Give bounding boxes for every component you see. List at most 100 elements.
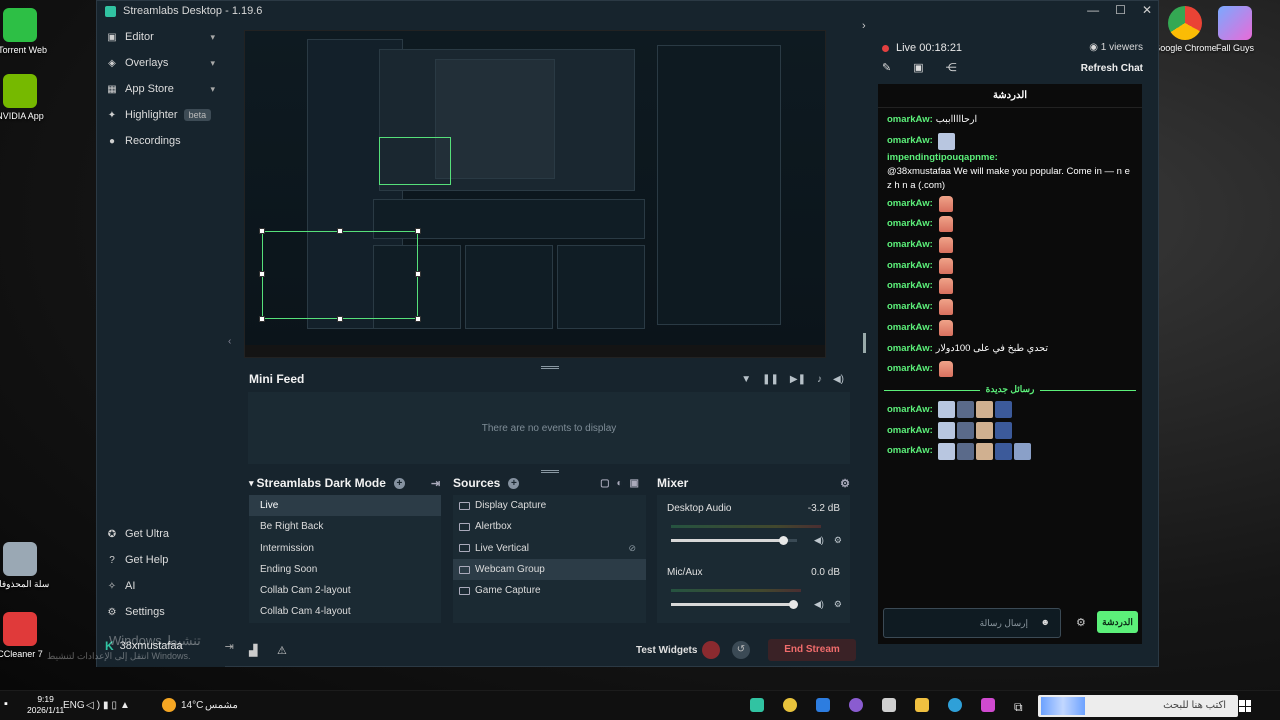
bell-icon[interactable]: ♪ — [817, 374, 822, 385]
speaker-icon[interactable]: ◀) — [814, 599, 824, 610]
preview-scrollbar[interactable] — [863, 333, 866, 353]
sidebar-item-get-ultra[interactable]: ✪ Get Ultra — [97, 521, 225, 547]
sidebar-item-editor[interactable]: ▣ Editor ▾ — [97, 24, 225, 50]
close-button[interactable]: ✕ — [1142, 3, 1152, 17]
scene-transition-icon[interactable]: ⇥ — [431, 477, 440, 490]
scene-item[interactable]: Intermission — [249, 538, 441, 559]
chrome-taskbar-icon[interactable] — [783, 698, 797, 712]
source-item[interactable]: Display Capture — [453, 495, 646, 516]
chat-username[interactable]: omarkAw: — [887, 279, 933, 293]
taskbar-clock[interactable]: 9:19 2026/1/11 — [27, 694, 64, 716]
chat-username[interactable]: omarkAw: — [887, 403, 933, 417]
sidebar-item-recordings[interactable]: ● Recordings — [97, 128, 225, 154]
app-taskbar-icon[interactable] — [816, 698, 830, 712]
source-item[interactable]: Game Capture — [453, 580, 646, 601]
sidebar-item-app-store[interactable]: ▦ App Store ▾ — [97, 76, 225, 102]
scene-collection-chevron-icon[interactable]: ▾ — [249, 478, 254, 489]
windows-logo-icon[interactable]: ▪ — [4, 698, 8, 710]
chevron-down-icon[interactable]: ▾ — [210, 58, 215, 69]
resize-handle[interactable] — [259, 316, 265, 322]
sidebar-item-highlighter[interactable]: ✦ Highlighter beta — [97, 102, 225, 128]
maximize-button[interactable]: ☐ — [1115, 3, 1126, 17]
stream-preview[interactable] — [244, 30, 826, 358]
resize-handle[interactable] — [415, 271, 421, 277]
scene-item[interactable]: Collab Cam 2-layout — [249, 580, 441, 601]
desktop-icon[interactable]: Fall Guys — [1199, 6, 1271, 53]
start-icon[interactable] — [1239, 700, 1251, 712]
source-item[interactable]: Alertbox — [453, 516, 646, 537]
chat-username[interactable]: omarkAw: — [887, 300, 933, 314]
share-icon[interactable]: ⋲ — [946, 61, 957, 74]
sidebar-item-settings[interactable]: ⚙ Settings — [97, 599, 225, 625]
scene-collection-title[interactable]: Streamlabs Dark Mode — [257, 476, 386, 490]
send-chat-button[interactable]: الدردشة — [1097, 611, 1138, 633]
resize-handle[interactable] — [415, 316, 421, 322]
volume-slider[interactable] — [671, 600, 799, 609]
sidebar-item-get-help[interactable]: ? Get Help — [97, 547, 225, 573]
resize-handle[interactable] — [337, 316, 343, 322]
end-stream-button[interactable]: End Stream — [768, 639, 856, 661]
sidebar-item-ai[interactable]: ✧ AI — [97, 573, 225, 599]
chat-username[interactable]: omarkAw: — [887, 238, 933, 252]
skip-icon[interactable]: ▶❚ — [790, 374, 806, 385]
source-item[interactable]: Live Vertical ⊘ — [453, 538, 646, 559]
mixer-settings-icon[interactable]: ⚙ — [840, 477, 850, 490]
desktop-icon[interactable]: µTorrent Web — [0, 8, 56, 55]
resize-grip-icon[interactable] — [541, 470, 559, 473]
chat-input[interactable]: إرسال رسالة ☻ — [883, 608, 1061, 638]
sidebar-item-overlays[interactable]: ◈ Overlays ▾ — [97, 50, 225, 76]
refresh-chat-button[interactable]: Refresh Chat — [1081, 63, 1143, 74]
resize-handle[interactable] — [259, 271, 265, 277]
gear-icon[interactable]: ⚙ — [834, 599, 842, 610]
pause-icon[interactable]: ❚❚ — [762, 374, 779, 385]
taskbar-lang[interactable]: ENG — [63, 700, 85, 711]
store-taskbar-icon[interactable] — [882, 698, 896, 712]
scene-item[interactable]: Ending Soon — [249, 559, 441, 580]
resize-handle[interactable] — [259, 228, 265, 234]
scene-item[interactable]: Collab Cam 4-layout — [249, 601, 441, 622]
chevron-down-icon[interactable]: ▾ — [210, 32, 215, 43]
chat-username[interactable]: omarkAw: — [887, 342, 933, 356]
add-scene-button[interactable]: + — [393, 477, 405, 489]
visibility-off-icon[interactable]: ⊘ — [628, 543, 636, 554]
replay-button[interactable]: ↺ — [732, 641, 750, 659]
chat-username[interactable]: omarkAw: — [887, 134, 933, 148]
task-view-icon[interactable]: ⧉ — [1014, 700, 1023, 715]
desktop-icon[interactable]: NVIDIA App — [0, 74, 56, 121]
scene-item[interactable]: Live — [249, 495, 441, 517]
add-source-button[interactable]: + — [508, 477, 520, 489]
scene-item[interactable]: Be Right Back — [249, 516, 441, 537]
volume-slider-knob[interactable] — [789, 600, 799, 609]
app-taskbar-icon[interactable] — [849, 698, 863, 712]
desktop-icon[interactable]: سلة المحذوفات — [0, 542, 56, 590]
chat-settings-icon[interactable]: ⚙ — [1076, 616, 1086, 629]
folder-taskbar-icon[interactable] — [915, 698, 929, 712]
chat-username[interactable]: omarkAw: — [887, 197, 933, 211]
source-item[interactable]: Webcam Group — [453, 558, 646, 581]
minimize-button[interactable]: — — [1087, 3, 1099, 17]
speaker-icon[interactable]: ◀) — [814, 535, 824, 546]
chat-username[interactable]: omarkAw: — [887, 362, 933, 376]
chat-username[interactable]: omarkAw: — [887, 217, 933, 231]
volume-icon[interactable]: ◀) — [833, 374, 844, 385]
alert-icon[interactable]: ⚠ — [277, 644, 287, 657]
chat-username[interactable]: omarkAw: — [887, 113, 933, 127]
volume-slider[interactable] — [671, 536, 797, 545]
preview-selection-box[interactable] — [262, 231, 418, 319]
collapse-left-icon[interactable]: ‹ — [228, 336, 231, 347]
volume-slider-knob[interactable] — [779, 536, 789, 545]
edge-taskbar-icon[interactable] — [948, 698, 962, 712]
resize-handle[interactable] — [415, 228, 421, 234]
tray-icons[interactable]: ◁)▮▯▲ — [86, 700, 133, 711]
clapper-icon[interactable]: ▣ — [913, 61, 923, 74]
stats-icon[interactable]: ▟ — [249, 644, 257, 657]
chat-username[interactable]: omarkAw: — [887, 321, 933, 335]
weather-icon[interactable] — [162, 698, 176, 712]
collapse-right-icon[interactable]: › — [862, 20, 866, 32]
chat-username[interactable]: omarkAw: — [887, 259, 933, 273]
chat-username[interactable]: omarkAw: — [887, 444, 933, 458]
app-taskbar-icon[interactable] — [981, 698, 995, 712]
emoji-icon[interactable]: ☻ — [1041, 617, 1050, 627]
chevron-down-icon[interactable]: ▾ — [210, 84, 215, 95]
chat-username[interactable]: impendingtipouqapnme: — [887, 151, 998, 165]
